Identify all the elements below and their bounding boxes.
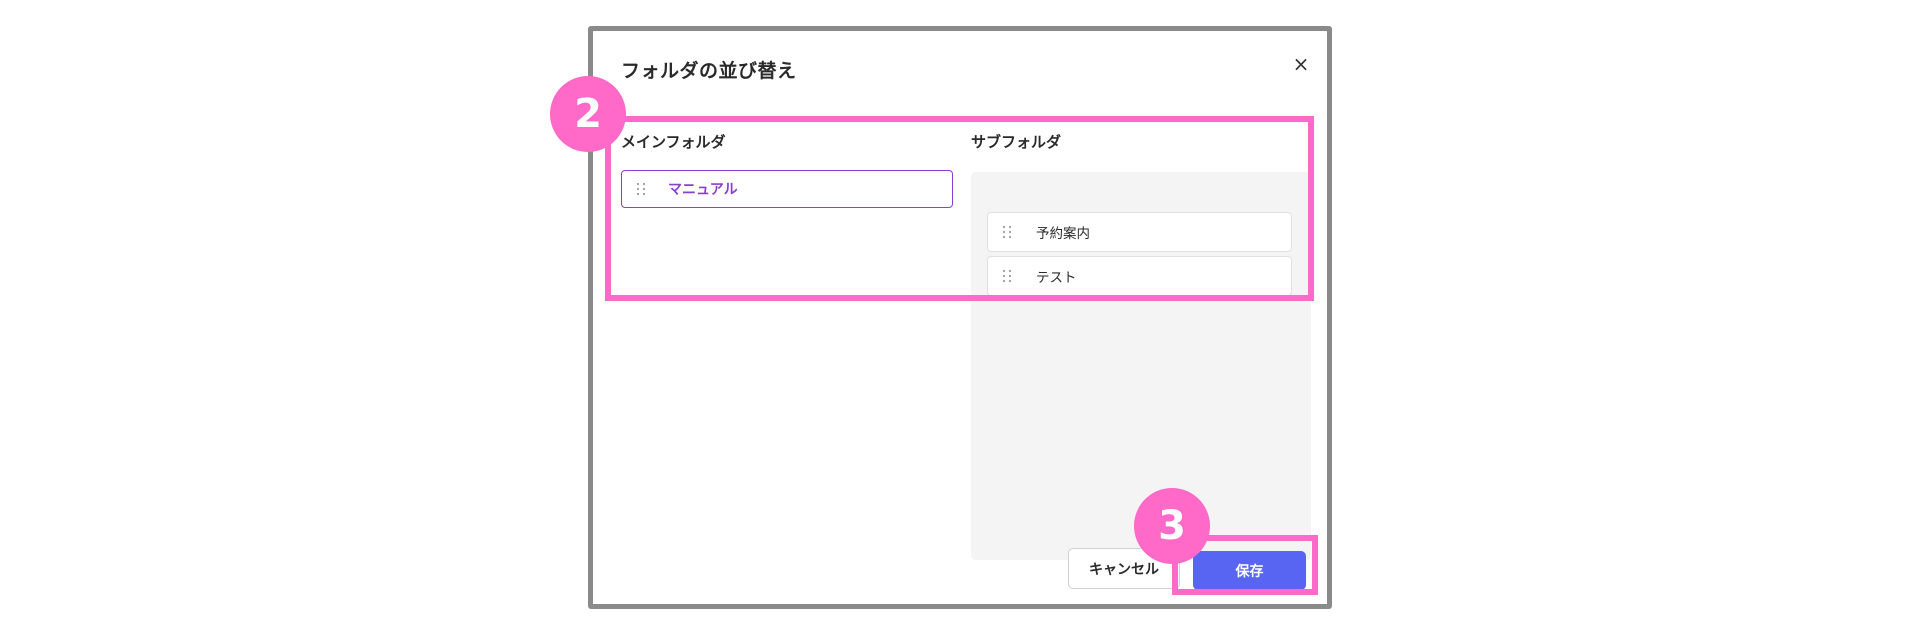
- dialog-title: フォルダの並び替え: [621, 60, 797, 82]
- step-badge-2: 2: [550, 76, 626, 152]
- step-badge-3: 3: [1134, 488, 1210, 564]
- folder-sort-dialog: フォルダの並び替え × メインフォルダ サブフォルダ マニュアル 予約案内 テス…: [588, 26, 1332, 609]
- close-icon[interactable]: ×: [1288, 51, 1314, 77]
- annotation-highlight-folders: [605, 116, 1314, 301]
- screen: フォルダの並び替え × メインフォルダ サブフォルダ マニュアル 予約案内 テス…: [0, 0, 1920, 640]
